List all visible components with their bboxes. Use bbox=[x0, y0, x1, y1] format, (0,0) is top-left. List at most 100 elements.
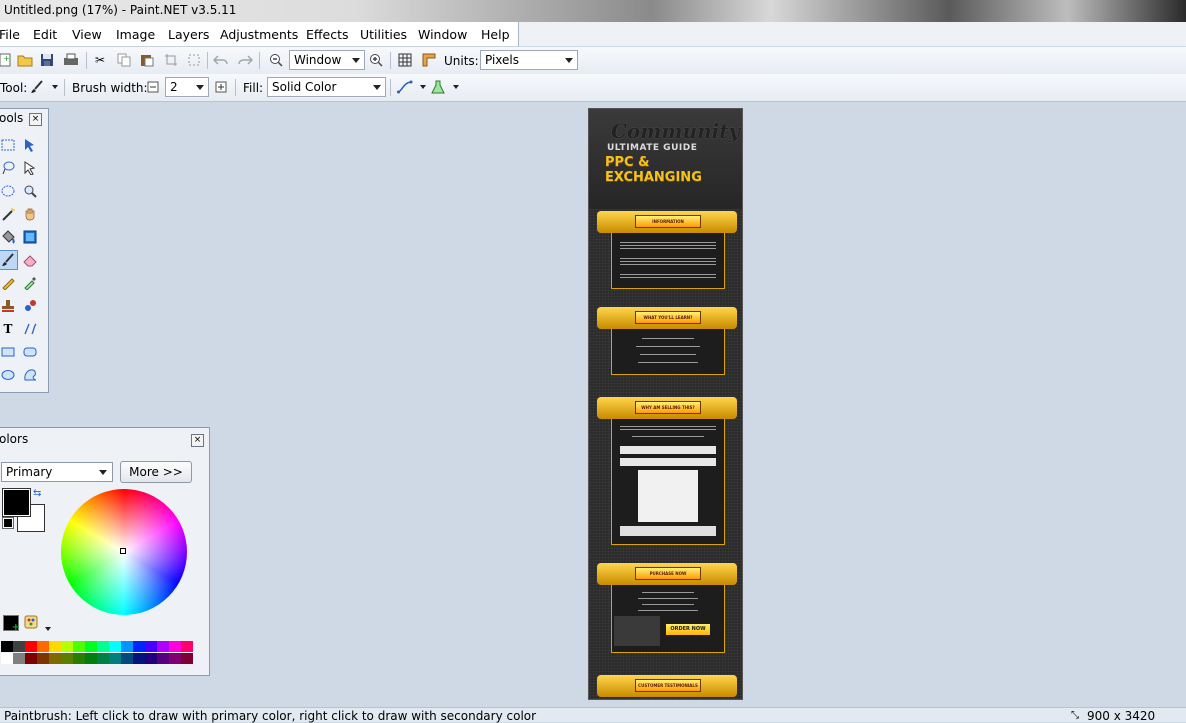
palette-swatch[interactable] bbox=[97, 641, 109, 652]
fill-combobox[interactable]: Solid Color bbox=[267, 77, 386, 97]
decrease-width-icon[interactable] bbox=[144, 78, 162, 96]
grid-icon[interactable] bbox=[396, 51, 414, 69]
chevron-down-icon[interactable] bbox=[45, 620, 51, 634]
units-combobox[interactable]: Pixels bbox=[480, 50, 578, 70]
palette-swatch[interactable] bbox=[133, 653, 145, 664]
text-tool-icon[interactable]: T bbox=[0, 320, 17, 338]
palette-swatch[interactable] bbox=[1, 641, 13, 652]
palette-swatch[interactable] bbox=[169, 653, 181, 664]
palette-swatch[interactable] bbox=[157, 653, 169, 664]
menu-view[interactable]: View bbox=[72, 27, 102, 42]
new-image-icon[interactable]: + bbox=[0, 51, 14, 69]
chevron-down-icon[interactable] bbox=[447, 78, 465, 96]
brush-width-combobox[interactable]: 2 bbox=[165, 77, 209, 97]
palette-swatch[interactable] bbox=[133, 641, 145, 652]
palette-swatch[interactable] bbox=[85, 641, 97, 652]
palette-swatch[interactable] bbox=[49, 641, 61, 652]
palette-swatch[interactable] bbox=[13, 641, 25, 652]
crop-to-selection-icon[interactable] bbox=[162, 51, 180, 69]
color-palette[interactable] bbox=[1, 641, 193, 665]
copy-icon[interactable] bbox=[115, 51, 133, 69]
magic-wand-icon[interactable] bbox=[0, 205, 17, 223]
move-selected-pixels-icon[interactable] bbox=[21, 136, 39, 154]
menu-window[interactable]: Window bbox=[418, 27, 467, 42]
cut-icon[interactable]: ✂ bbox=[91, 51, 109, 69]
menu-effects[interactable]: Effects bbox=[306, 27, 349, 42]
close-icon[interactable]: × bbox=[29, 113, 42, 126]
eraser-icon[interactable] bbox=[21, 251, 39, 269]
rectangle-select-icon[interactable] bbox=[0, 136, 17, 154]
deselect-icon[interactable] bbox=[185, 51, 203, 69]
palette-swatch[interactable] bbox=[121, 653, 133, 664]
ruler-icon[interactable] bbox=[420, 51, 438, 69]
zoom-combobox[interactable]: Window bbox=[289, 50, 365, 70]
paint-bucket-icon[interactable] bbox=[0, 228, 17, 246]
redo-icon[interactable] bbox=[236, 51, 254, 69]
palette-swatch[interactable] bbox=[61, 641, 73, 652]
alpha-blending-icon[interactable] bbox=[429, 78, 447, 96]
palette-swatch[interactable] bbox=[37, 653, 49, 664]
more-colors-button[interactable]: More >> bbox=[120, 461, 192, 483]
gradient-icon[interactable] bbox=[21, 228, 39, 246]
palette-swatch[interactable] bbox=[13, 653, 25, 664]
palette-swatch[interactable] bbox=[25, 653, 37, 664]
line-curve-icon[interactable] bbox=[21, 320, 39, 338]
menu-help[interactable]: Help bbox=[481, 27, 510, 42]
menu-layers[interactable]: Layers bbox=[168, 27, 209, 42]
palette-swatch[interactable] bbox=[97, 653, 109, 664]
palette-swatch[interactable] bbox=[73, 653, 85, 664]
pencil-icon[interactable] bbox=[0, 274, 17, 292]
color-mode-combobox[interactable]: Primary bbox=[1, 462, 113, 482]
palette-swatch[interactable] bbox=[85, 653, 97, 664]
menu-adjustments[interactable]: Adjustments bbox=[220, 27, 298, 42]
increase-width-icon[interactable] bbox=[212, 78, 230, 96]
ellipse-select-icon[interactable] bbox=[0, 182, 17, 200]
print-icon[interactable] bbox=[62, 51, 80, 69]
menu-edit[interactable]: Edit bbox=[33, 27, 57, 42]
palette-swatch[interactable] bbox=[121, 641, 133, 652]
open-folder-icon[interactable] bbox=[16, 51, 34, 69]
color-wheel-cursor[interactable] bbox=[120, 548, 126, 554]
freeform-shape-icon[interactable] bbox=[21, 366, 39, 384]
pan-hand-icon[interactable] bbox=[21, 205, 39, 223]
palette-swatch[interactable] bbox=[37, 641, 49, 652]
ellipse-shape-icon[interactable] bbox=[0, 366, 17, 384]
palette-swatch[interactable] bbox=[73, 641, 85, 652]
close-icon[interactable]: × bbox=[191, 434, 204, 447]
add-to-palette-icon[interactable]: + bbox=[3, 615, 20, 633]
zoom-in-icon[interactable] bbox=[367, 51, 385, 69]
rectangle-shape-icon[interactable] bbox=[0, 343, 17, 361]
move-selection-icon[interactable] bbox=[21, 159, 39, 177]
menu-image[interactable]: Image bbox=[116, 27, 155, 42]
palette-swatch[interactable] bbox=[61, 653, 73, 664]
paintbrush-icon[interactable] bbox=[28, 78, 46, 96]
palette-swatch[interactable] bbox=[25, 641, 37, 652]
paste-icon[interactable] bbox=[138, 51, 156, 69]
palette-swatch[interactable] bbox=[181, 641, 193, 652]
zoom-out-icon[interactable] bbox=[267, 51, 285, 69]
palette-menu-icon[interactable] bbox=[24, 614, 40, 633]
palette-swatch[interactable] bbox=[157, 641, 169, 652]
recolor-icon[interactable] bbox=[21, 297, 39, 315]
rounded-rectangle-icon[interactable] bbox=[21, 343, 39, 361]
swap-colors-icon[interactable]: ⇆ bbox=[33, 488, 41, 499]
palette-swatch[interactable] bbox=[1, 653, 13, 664]
reset-colors-icon[interactable] bbox=[2, 517, 14, 529]
palette-swatch[interactable] bbox=[145, 653, 157, 664]
menu-file[interactable]: File bbox=[0, 27, 20, 42]
palette-swatch[interactable] bbox=[169, 641, 181, 652]
palette-swatch[interactable] bbox=[109, 653, 121, 664]
antialiasing-icon[interactable] bbox=[396, 78, 414, 96]
clone-stamp-icon[interactable] bbox=[0, 297, 17, 315]
zoom-icon[interactable] bbox=[21, 182, 39, 200]
color-picker-icon[interactable] bbox=[21, 274, 39, 292]
lasso-select-icon[interactable] bbox=[0, 159, 17, 177]
chevron-down-icon[interactable] bbox=[46, 78, 64, 96]
primary-color-swatch[interactable] bbox=[2, 488, 31, 517]
palette-swatch[interactable] bbox=[109, 641, 121, 652]
palette-swatch[interactable] bbox=[181, 653, 193, 664]
undo-icon[interactable] bbox=[212, 51, 230, 69]
palette-swatch[interactable] bbox=[49, 653, 61, 664]
paintbrush-tool-icon[interactable] bbox=[0, 250, 18, 270]
palette-swatch[interactable] bbox=[145, 641, 157, 652]
